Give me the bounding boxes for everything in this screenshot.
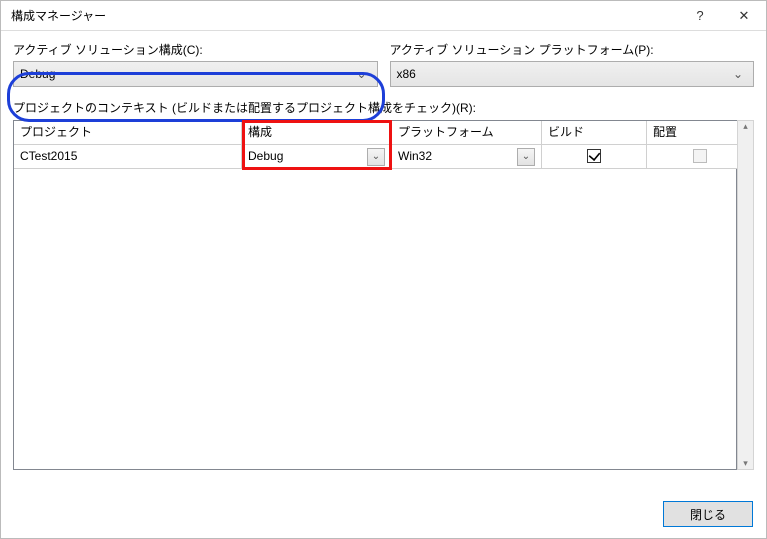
active-platform-label: アクティブ ソリューション プラットフォーム(P): [390,41,755,58]
deploy-checkbox [693,149,707,163]
close-window-button[interactable]: ✕ [722,1,766,31]
active-platform-dropdown[interactable]: x86 ⌄ [390,61,755,87]
build-checkbox[interactable] [587,149,601,163]
cell-config-value: Debug [248,145,367,168]
active-config-field: アクティブ ソリューション構成(C): Debug ⌄ [13,41,378,87]
project-context-label: プロジェクトのコンテキスト (ビルドまたは配置するプロジェクト構成をチェック)(… [13,99,754,116]
active-config-label: アクティブ ソリューション構成(C): [13,41,378,58]
project-context-grid: プロジェクト 構成 プラットフォーム ビルド 配置 CTest2015 Debu… [13,120,737,470]
cell-platform-value: Win32 [398,145,517,168]
cell-project[interactable]: CTest2015 [14,145,242,169]
chevron-down-icon: ⌄ [729,67,747,81]
active-config-value: Debug [20,67,353,81]
close-button[interactable]: 閉じる [663,501,753,527]
chevron-down-icon: ⌄ [353,67,371,81]
close-button-label: 閉じる [690,506,726,523]
column-header-platform[interactable]: プラットフォーム [392,121,542,145]
help-button[interactable]: ? [678,1,722,31]
scroll-up-icon: ▴ [743,121,748,132]
cell-platform-dropdown[interactable]: Win32 ⌄ [392,145,542,169]
active-config-dropdown[interactable]: Debug ⌄ [13,61,378,87]
column-header-config[interactable]: 構成 [242,121,392,145]
cell-config-dropdown[interactable]: Debug ⌄ [242,145,392,169]
active-platform-field: アクティブ ソリューション プラットフォーム(P): x86 ⌄ [390,41,755,87]
cell-build[interactable] [542,145,647,169]
column-header-build[interactable]: ビルド [542,121,647,145]
chevron-down-icon: ⌄ [367,148,385,166]
window-title: 構成マネージャー [11,7,678,24]
dialog-content: アクティブ ソリューション構成(C): Debug ⌄ アクティブ ソリューショ… [1,31,766,482]
titlebar: 構成マネージャー ? ✕ [1,1,766,31]
active-platform-value: x86 [397,67,730,81]
scroll-down-icon: ▾ [743,458,748,469]
column-header-project[interactable]: プロジェクト [14,121,242,145]
chevron-down-icon: ⌄ [517,148,535,166]
vertical-scrollbar[interactable]: ▴ ▾ [737,120,754,470]
